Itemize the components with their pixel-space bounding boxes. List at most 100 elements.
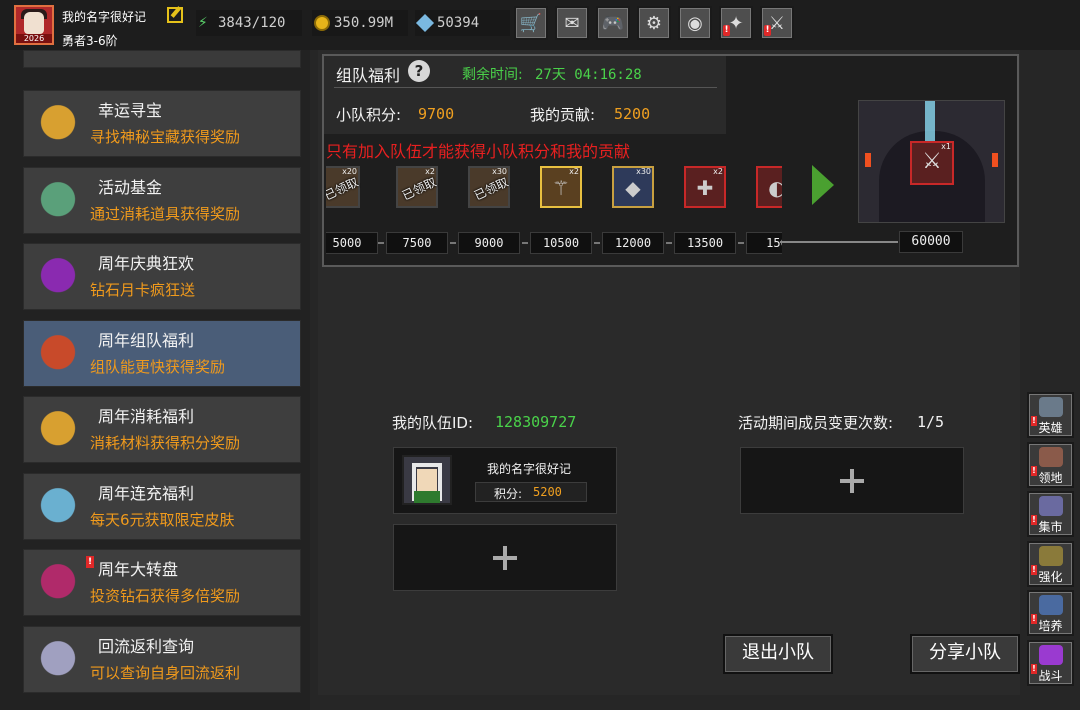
sidebar-item-subtitle: 消耗材料获得积分奖励 [90,434,241,452]
grand-prize-item[interactable]: ⚔ x1 [910,141,954,185]
mail-icon: ✉ [564,12,580,34]
money-bag-icon [30,173,86,230]
mail-button[interactable]: ✉ [555,6,589,40]
lottery-button[interactable]: ◉ [678,6,712,40]
claimed-stamp: 已领取 [399,175,439,203]
nav-market-button[interactable]: 集市! [1027,491,1074,537]
player-avatar[interactable]: 2026 [14,5,54,45]
coin-icon [314,15,330,31]
reward-count: x30 [636,167,651,176]
sidebar-item[interactable]: 幸运寻宝 寻找神秘宝藏获得奖励 [23,90,301,157]
help-icon[interactable]: ? [408,60,430,82]
reward-item[interactable]: ⚚ x2 [540,166,582,208]
wand-icon: ✦ [728,12,744,34]
torch-icon [992,153,998,167]
sidebar-item[interactable]: 周年庆典狂欢 钻石月卡疯狂送 [23,243,301,310]
member-score-label: 积分: [494,487,523,501]
goal-threshold: 60000 [899,231,963,253]
join-notice: 只有加入队伍才能获得小队积分和我的贡献 [326,142,631,161]
page-title: 组队福利 [336,66,401,85]
sidebar-item-title: 活动基金 [98,177,163,197]
nav-hero-helmet-button[interactable]: 英雄! [1027,392,1074,438]
timer-value: 27天 04:16:28 [535,67,642,83]
avatar-face [417,469,437,491]
reward-threshold: 7500 [386,232,448,254]
nav-potion-button[interactable]: 培养! [1027,590,1074,636]
wrench-icon: ✚ [696,176,714,200]
sidebar-item[interactable]: 周年大转盘 投资钻石获得多倍奖励! [23,549,301,616]
member-slot-empty[interactable] [393,524,617,591]
alert-icon: ! [1031,416,1037,426]
ore-icon: ◆ [625,176,641,200]
portal-icon [1039,644,1063,665]
threshold-connector [378,242,384,244]
nav-castle-button[interactable]: 领地! [1027,441,1074,488]
member-change-value: 1/5 [917,413,945,431]
progress-line [780,241,898,243]
sidebar-item[interactable]: 回流返利查询 可以查询自身回流返利 [23,625,301,693]
cart-icon: 🛒 [519,12,543,34]
battle-button[interactable]: ⚔! [760,6,794,40]
sword-skin-icon: ⚔ [922,149,942,174]
staff-icon: ⚚ [552,176,570,200]
reward-item[interactable]: ◐ [756,166,782,208]
sidebar-item[interactable]: 周年消耗福利 消耗材料获得积分奖励 [23,396,301,463]
crystal-icon [30,479,86,536]
claimed-stamp: 已领取 [326,175,361,203]
team-id-label: 我的队伍ID: [392,414,474,432]
settings-button[interactable]: ⚙ [637,6,671,40]
shop-button[interactable]: 🛒 [514,6,548,40]
reward-count: x2 [569,167,579,176]
roulette-icon [30,556,86,612]
next-arrow-icon[interactable] [812,165,834,205]
reward-track[interactable]: x20 已领取 x2 已领取 x30 已领取 ⚚ x2 ◆ x30 ✚ x2 ◐ 5000 7500 9000… [326,160,782,254]
member-score-box [475,482,587,502]
alert-icon: ! [1031,515,1037,525]
reward-threshold: 10500 [530,232,592,254]
nav-portal-button[interactable]: 战斗! [1027,639,1074,686]
alert-icon: ! [764,25,771,36]
sidebar-item-subtitle: 钻石月卡疯狂送 [90,281,196,299]
nav-rune-button[interactable]: 强化! [1027,540,1074,587]
gamepad-button[interactable]: 🎮 [596,6,630,40]
sidebar-item-partial[interactable] [23,50,301,68]
member-slot-empty[interactable] [740,447,964,514]
gem-counter: 50394 [415,10,510,36]
gear-icon: ⚙ [645,12,663,34]
sidebar-item-subtitle: 通过消耗道具获得奖励 [90,204,241,223]
alert-icon: ! [1031,614,1037,624]
lightning-icon: ⚡ [198,12,208,31]
reward-item[interactable]: ✚ x2 [684,166,726,208]
orb-icon: ◐ [768,176,782,200]
castle-icon [1039,446,1063,467]
diamond-card-icon [30,250,86,306]
sidebar-item[interactable]: 活动基金通过消耗道具获得奖励 [23,166,301,234]
sidebar-item[interactable]: 周年组队福利 组队能更快获得奖励 [23,319,301,387]
threshold-connector [666,242,672,244]
member-name: 我的名字很好记 [487,462,572,476]
sidebar-item-title: 周年大转盘 [98,560,179,579]
gamepad-icon: 🎮 [601,12,625,34]
share-team-button[interactable]: 分享小队 [910,634,1020,674]
sidebar-item[interactable]: 周年连充福利 每天6元获取限定皮肤 [23,472,301,540]
reward-threshold: 5000 [326,232,378,254]
grand-prize-count: x1 [941,142,951,151]
reward-threshold: 13500 [674,232,736,254]
player-name: 我的名字很好记 [62,10,147,24]
sidebar-item-title: 周年组队福利 [98,330,195,350]
reward-item[interactable]: x20 已领取 [326,166,360,208]
edit-icon[interactable] [167,7,183,23]
torch-icon [865,153,871,167]
swords-icon: ⚔ [768,12,786,34]
reward-item[interactable]: ◆ x30 [612,166,654,208]
add-member-icon [840,468,864,493]
team-chest-icon [30,326,86,383]
reward-item[interactable]: x2 已领取 [396,166,438,208]
leave-team-button[interactable]: 退出小队 [723,634,833,674]
events-button[interactable]: ✦! [719,6,753,40]
reward-item[interactable]: x30 已领取 [468,166,510,208]
energy-counter: ⚡ 3843/120 [196,10,302,36]
gold-value: 350.99M [334,15,394,31]
claimed-stamp: 已领取 [471,175,511,203]
market-icon [1039,496,1063,516]
